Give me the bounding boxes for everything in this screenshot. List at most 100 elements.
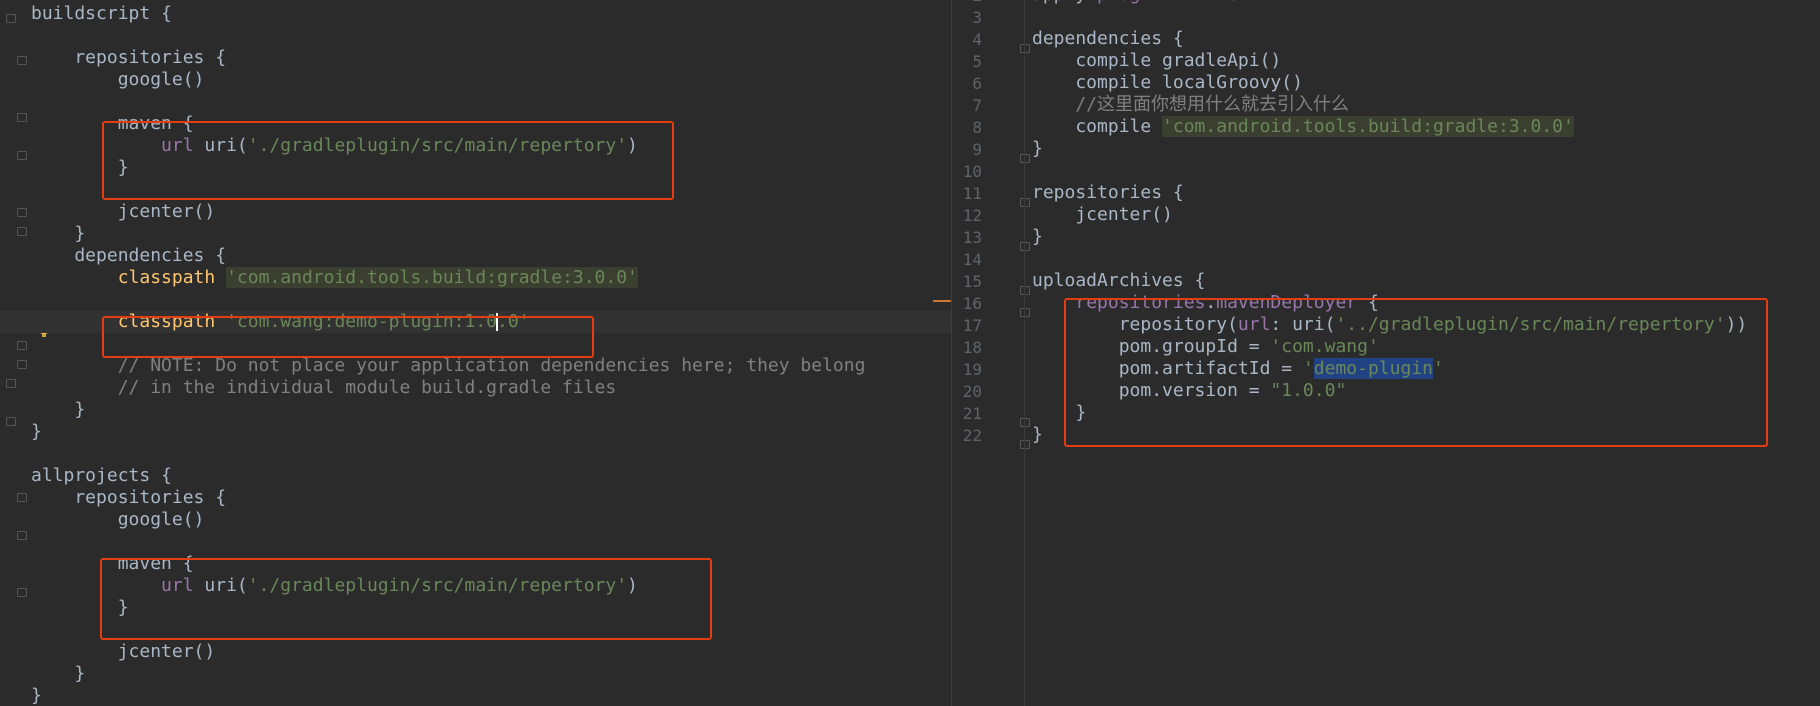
fold-marker-icon[interactable] — [17, 208, 27, 217]
code-line: repositories { — [31, 487, 951, 509]
code-text: } — [1032, 424, 1043, 445]
line-number: 18 — [962, 338, 982, 357]
code-text: buildscript { — [31, 3, 172, 24]
code-text: jcenter() — [1032, 204, 1173, 225]
code-text: } — [31, 421, 42, 442]
line-number-gutter: 2 3 4 5 6 7 8 9 10 11 12 13 14 15 16 17 … — [952, 0, 1030, 706]
code-line: compile 'com.android.tools.build:gradle:… — [1032, 116, 1574, 137]
highlight-box-maven-allprojects — [100, 558, 712, 640]
code-line: classpath 'com.android.tools.build:gradl… — [117, 267, 638, 288]
code-line: } — [1032, 138, 1747, 160]
fold-marker-icon[interactable] — [17, 493, 27, 502]
code-line: compile localGroovy() — [1032, 72, 1747, 94]
code-line: dependencies { — [1032, 28, 1747, 50]
code-line: allprojects { — [31, 465, 951, 487]
line-number: 21 — [962, 404, 982, 423]
code-text: jcenter() — [31, 641, 216, 662]
fold-marker-icon[interactable] — [17, 151, 27, 160]
line-number: 11 — [962, 184, 982, 203]
line-number: 12 — [962, 206, 982, 225]
fold-marker-icon[interactable] — [6, 417, 16, 426]
fold-marker-icon[interactable] — [17, 56, 27, 65]
code-text: uploadArchives { — [1032, 270, 1206, 291]
code-line: repositories { — [1032, 182, 1747, 204]
fold-gutter — [0, 0, 27, 706]
fold-marker-icon[interactable] — [1020, 286, 1030, 295]
line-number: 3 — [972, 8, 982, 27]
line-number: 8 — [972, 118, 982, 137]
fold-marker-icon[interactable] — [1020, 440, 1030, 449]
line-number: 6 — [972, 74, 982, 93]
highlight-box-maven-buildscript — [102, 121, 674, 200]
comment-text: // NOTE: Do not place your application d… — [31, 355, 866, 376]
fold-marker-icon[interactable] — [17, 341, 27, 350]
code-line: repositories { — [31, 47, 951, 69]
code-line: // in the individual module build.gradle… — [31, 377, 951, 399]
code-line: } — [31, 399, 951, 421]
code-text: } — [1032, 138, 1043, 159]
code-line: jcenter() — [31, 641, 951, 663]
line-number: 10 — [962, 162, 982, 181]
code-text: repositories { — [31, 487, 227, 508]
fold-marker-icon[interactable] — [17, 360, 27, 369]
code-line: dependencies { — [31, 245, 951, 267]
fold-marker-icon[interactable] — [17, 588, 27, 597]
line-number: 9 — [972, 140, 982, 159]
comment-text: // in the individual module build.gradle… — [31, 377, 617, 398]
code-text: dependencies { — [31, 245, 227, 266]
fold-marker-icon[interactable] — [17, 531, 27, 540]
code-line: //这里面你想用什么就去引入什么 — [1032, 94, 1747, 116]
line-number: 2 — [952, 0, 982, 5]
fold-marker-icon[interactable] — [17, 113, 27, 122]
code-text: google() — [31, 509, 205, 530]
line-number: 5 — [972, 52, 982, 71]
code-line: } — [31, 421, 951, 443]
line-number: 14 — [962, 250, 982, 269]
fold-marker-icon[interactable] — [17, 227, 27, 236]
fold-marker-icon[interactable] — [1020, 242, 1030, 251]
code-line: jcenter() — [1032, 204, 1747, 226]
highlight-box-maven-deployer — [1064, 298, 1768, 447]
fold-marker-icon[interactable] — [1020, 418, 1030, 427]
code-line: // NOTE: Do not place your application d… — [31, 355, 951, 377]
line-number: 19 — [962, 360, 982, 379]
gutter-separator — [1024, 0, 1025, 706]
line-number: 16 — [962, 294, 982, 313]
code-line: } — [31, 685, 951, 706]
fold-marker-icon[interactable] — [6, 14, 16, 23]
line-number: 22 — [962, 426, 982, 445]
right-editor-pane[interactable]: 2 3 4 5 6 7 8 9 10 11 12 13 14 15 16 17 … — [952, 0, 1820, 706]
code-text: } — [31, 223, 86, 244]
code-text: dependencies { — [1032, 28, 1184, 49]
line-number: 15 — [962, 272, 982, 291]
comment-text: //这里面你想用什么就去引入什么 — [1032, 94, 1350, 115]
fold-marker-icon[interactable] — [1020, 44, 1030, 53]
line-number: 13 — [962, 228, 982, 247]
fold-marker-icon[interactable] — [6, 379, 16, 388]
line-number: 7 — [972, 96, 982, 115]
code-text: } — [31, 685, 42, 706]
code-line: uploadArchives { — [1032, 270, 1747, 292]
fold-marker-icon[interactable] — [1020, 198, 1030, 207]
fold-marker-icon[interactable] — [1020, 308, 1030, 317]
code-line: } — [1032, 226, 1747, 248]
left-editor-pane[interactable]: buildscript { repositories { google() ma… — [0, 0, 951, 706]
code-text: } — [31, 399, 86, 420]
line-number: 4 — [972, 30, 982, 49]
code-text: allprojects { — [31, 465, 172, 486]
code-line: compile gradleApi() — [1032, 50, 1747, 72]
code-text: } — [1032, 226, 1043, 247]
highlight-box-classpath-plugin — [102, 316, 594, 358]
code-text: repositories { — [31, 47, 227, 68]
fold-marker-icon[interactable] — [1020, 154, 1030, 163]
code-text: jcenter() — [31, 201, 216, 222]
code-text: google() — [31, 69, 205, 90]
